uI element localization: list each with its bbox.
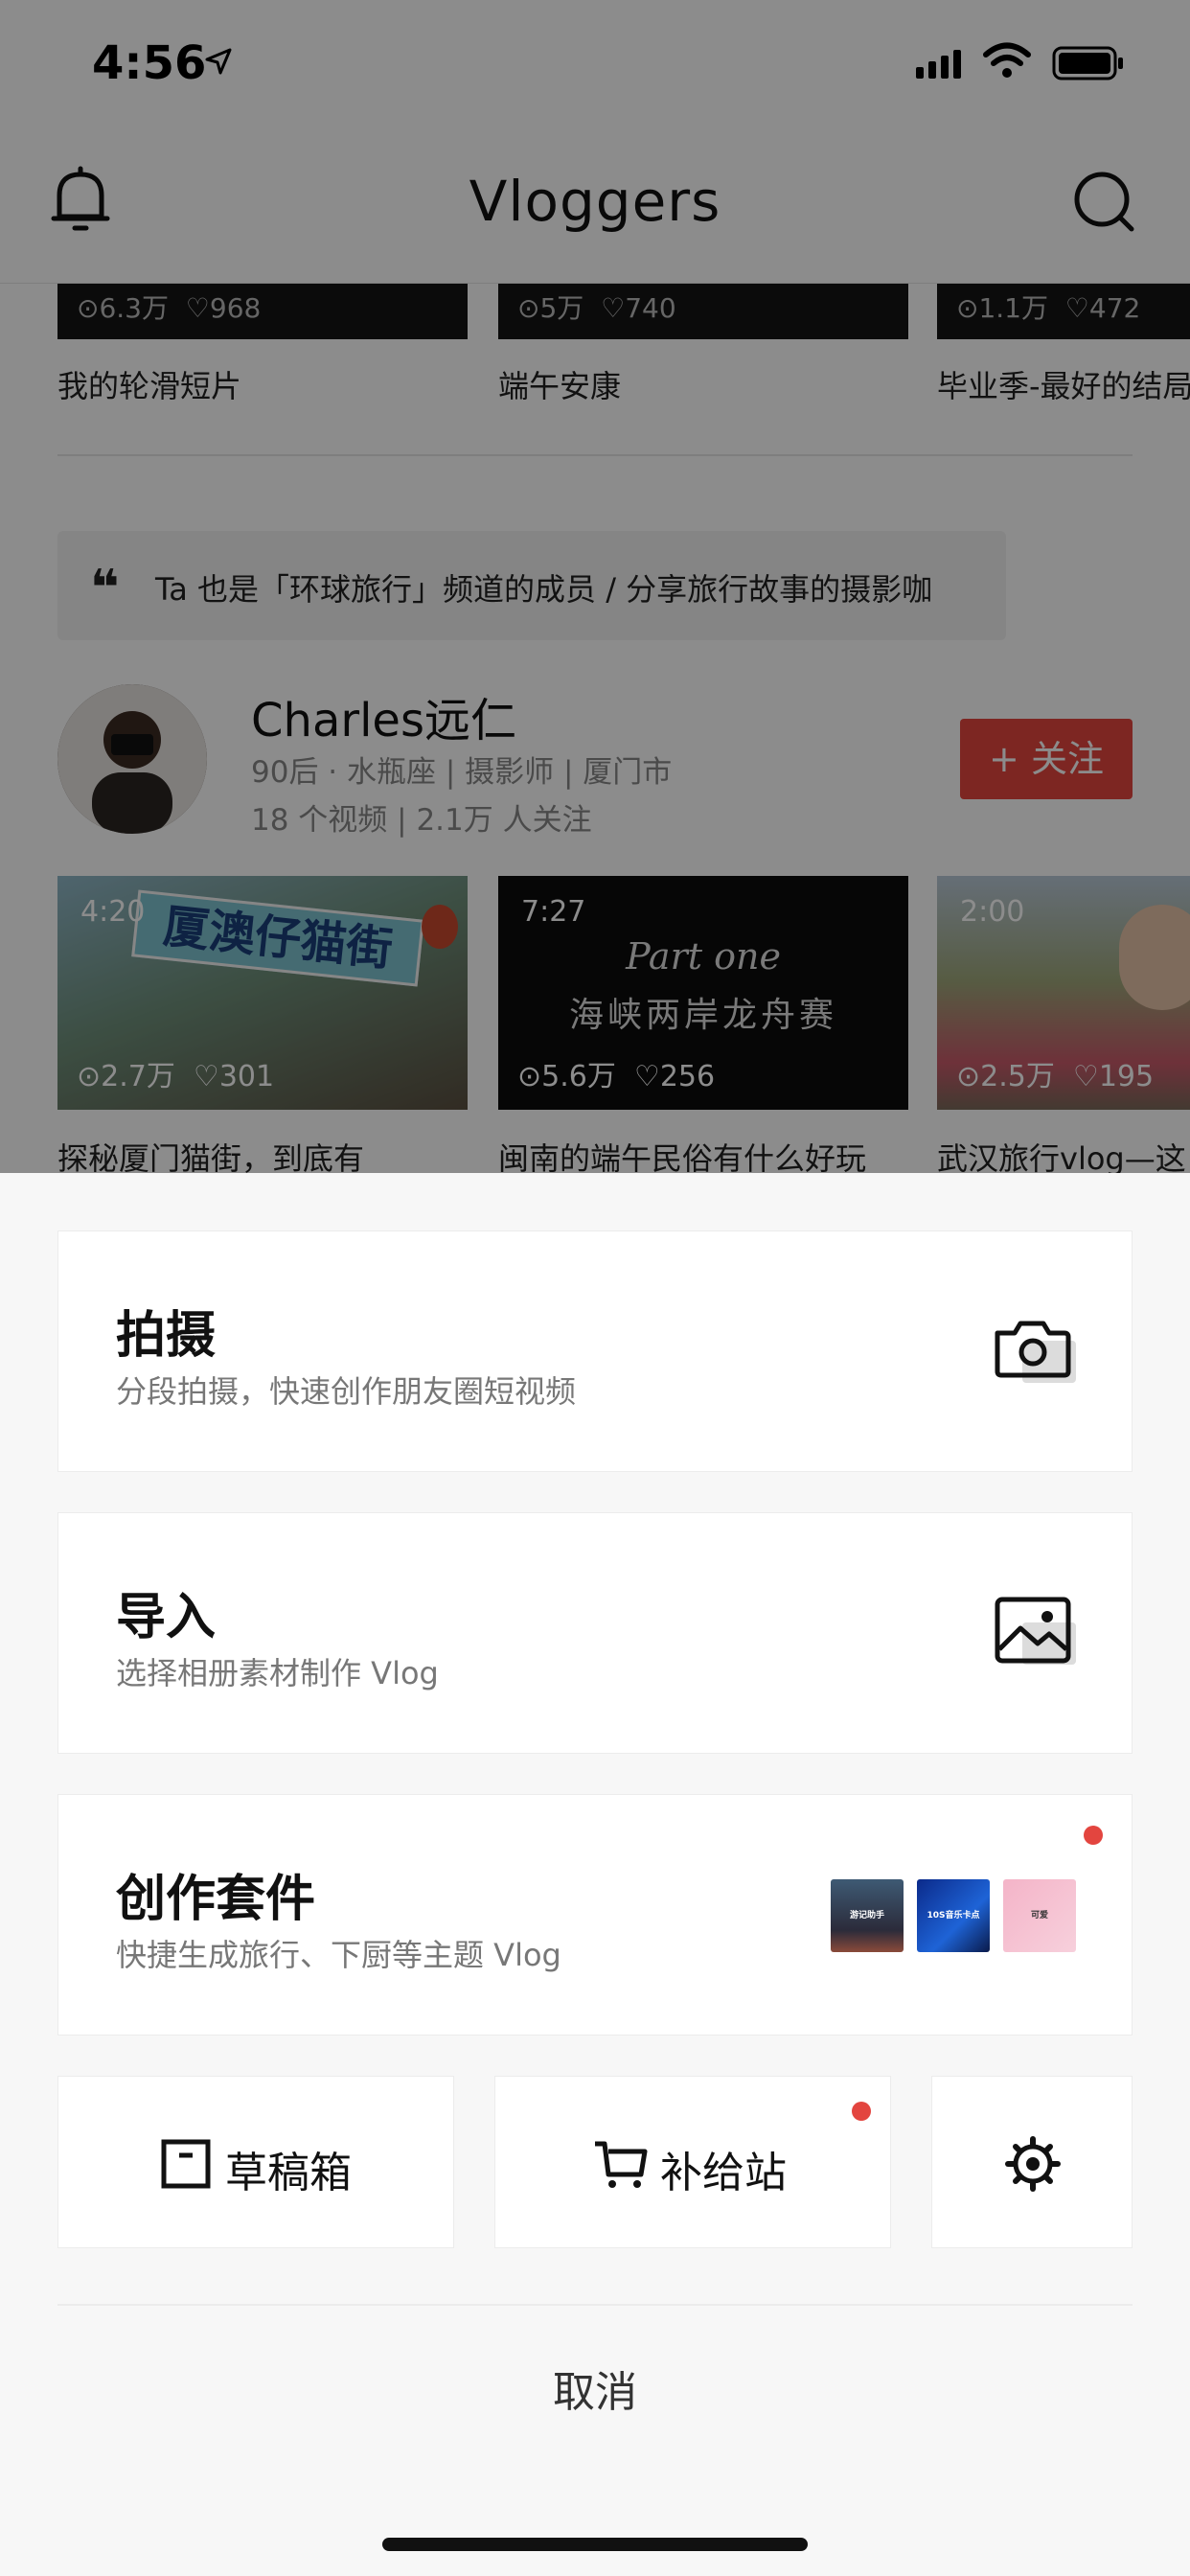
settings-gear-icon xyxy=(1005,2136,1061,2192)
shoot-subtitle: 分段拍摄，快速创作朋友圈短视频 xyxy=(116,1373,577,1410)
cancel-button[interactable]: 取消 xyxy=(0,2358,1190,2419)
home-indicator[interactable] xyxy=(382,2538,808,2551)
kit-thumb-music: 10S音乐卡点 xyxy=(917,1879,990,1952)
create-action-sheet: 拍摄 分段拍摄，快速创作朋友圈短视频 导入 选择相册素材制作 Vlog 创作套件… xyxy=(0,1173,1190,2576)
import-subtitle: 选择相册素材制作 Vlog xyxy=(116,1655,439,1691)
creation-kit-option[interactable]: 创作套件 快捷生成旅行、下厨等主题 Vlog 游记助手 10S音乐卡点 可爱 xyxy=(57,1794,1133,2036)
kit-thumb-travel: 游记助手 xyxy=(831,1879,904,1952)
drafts-label: 草稿箱 xyxy=(225,2149,352,2197)
draft-box-icon xyxy=(161,2139,211,2189)
cart-icon xyxy=(595,2141,648,2188)
supply-station-button[interactable]: 补给站 xyxy=(494,2076,891,2248)
settings-button[interactable] xyxy=(931,2076,1133,2248)
import-title: 导入 xyxy=(116,1589,217,1646)
drafts-button[interactable]: 草稿箱 xyxy=(57,2076,454,2248)
kit-title: 创作套件 xyxy=(116,1871,316,1928)
shoot-title: 拍摄 xyxy=(116,1307,217,1365)
kit-thumb-cute: 可爱 xyxy=(1003,1879,1076,1952)
notification-dot xyxy=(1084,1826,1103,1845)
image-icon xyxy=(995,1597,1076,1665)
supply-station-label: 补给站 xyxy=(660,2149,787,2197)
sheet-divider xyxy=(57,2304,1133,2306)
shoot-option[interactable]: 拍摄 分段拍摄，快速创作朋友圈短视频 xyxy=(57,1230,1133,1472)
import-option[interactable]: 导入 选择相册素材制作 Vlog xyxy=(57,1512,1133,1754)
dim-overlay[interactable] xyxy=(0,0,1190,1173)
kit-subtitle: 快捷生成旅行、下厨等主题 Vlog xyxy=(116,1937,561,1973)
kit-thumbnails: 游记助手 10S音乐卡点 可爱 xyxy=(831,1879,1076,1952)
camera-icon xyxy=(995,1321,1076,1383)
notification-dot xyxy=(852,2102,871,2121)
